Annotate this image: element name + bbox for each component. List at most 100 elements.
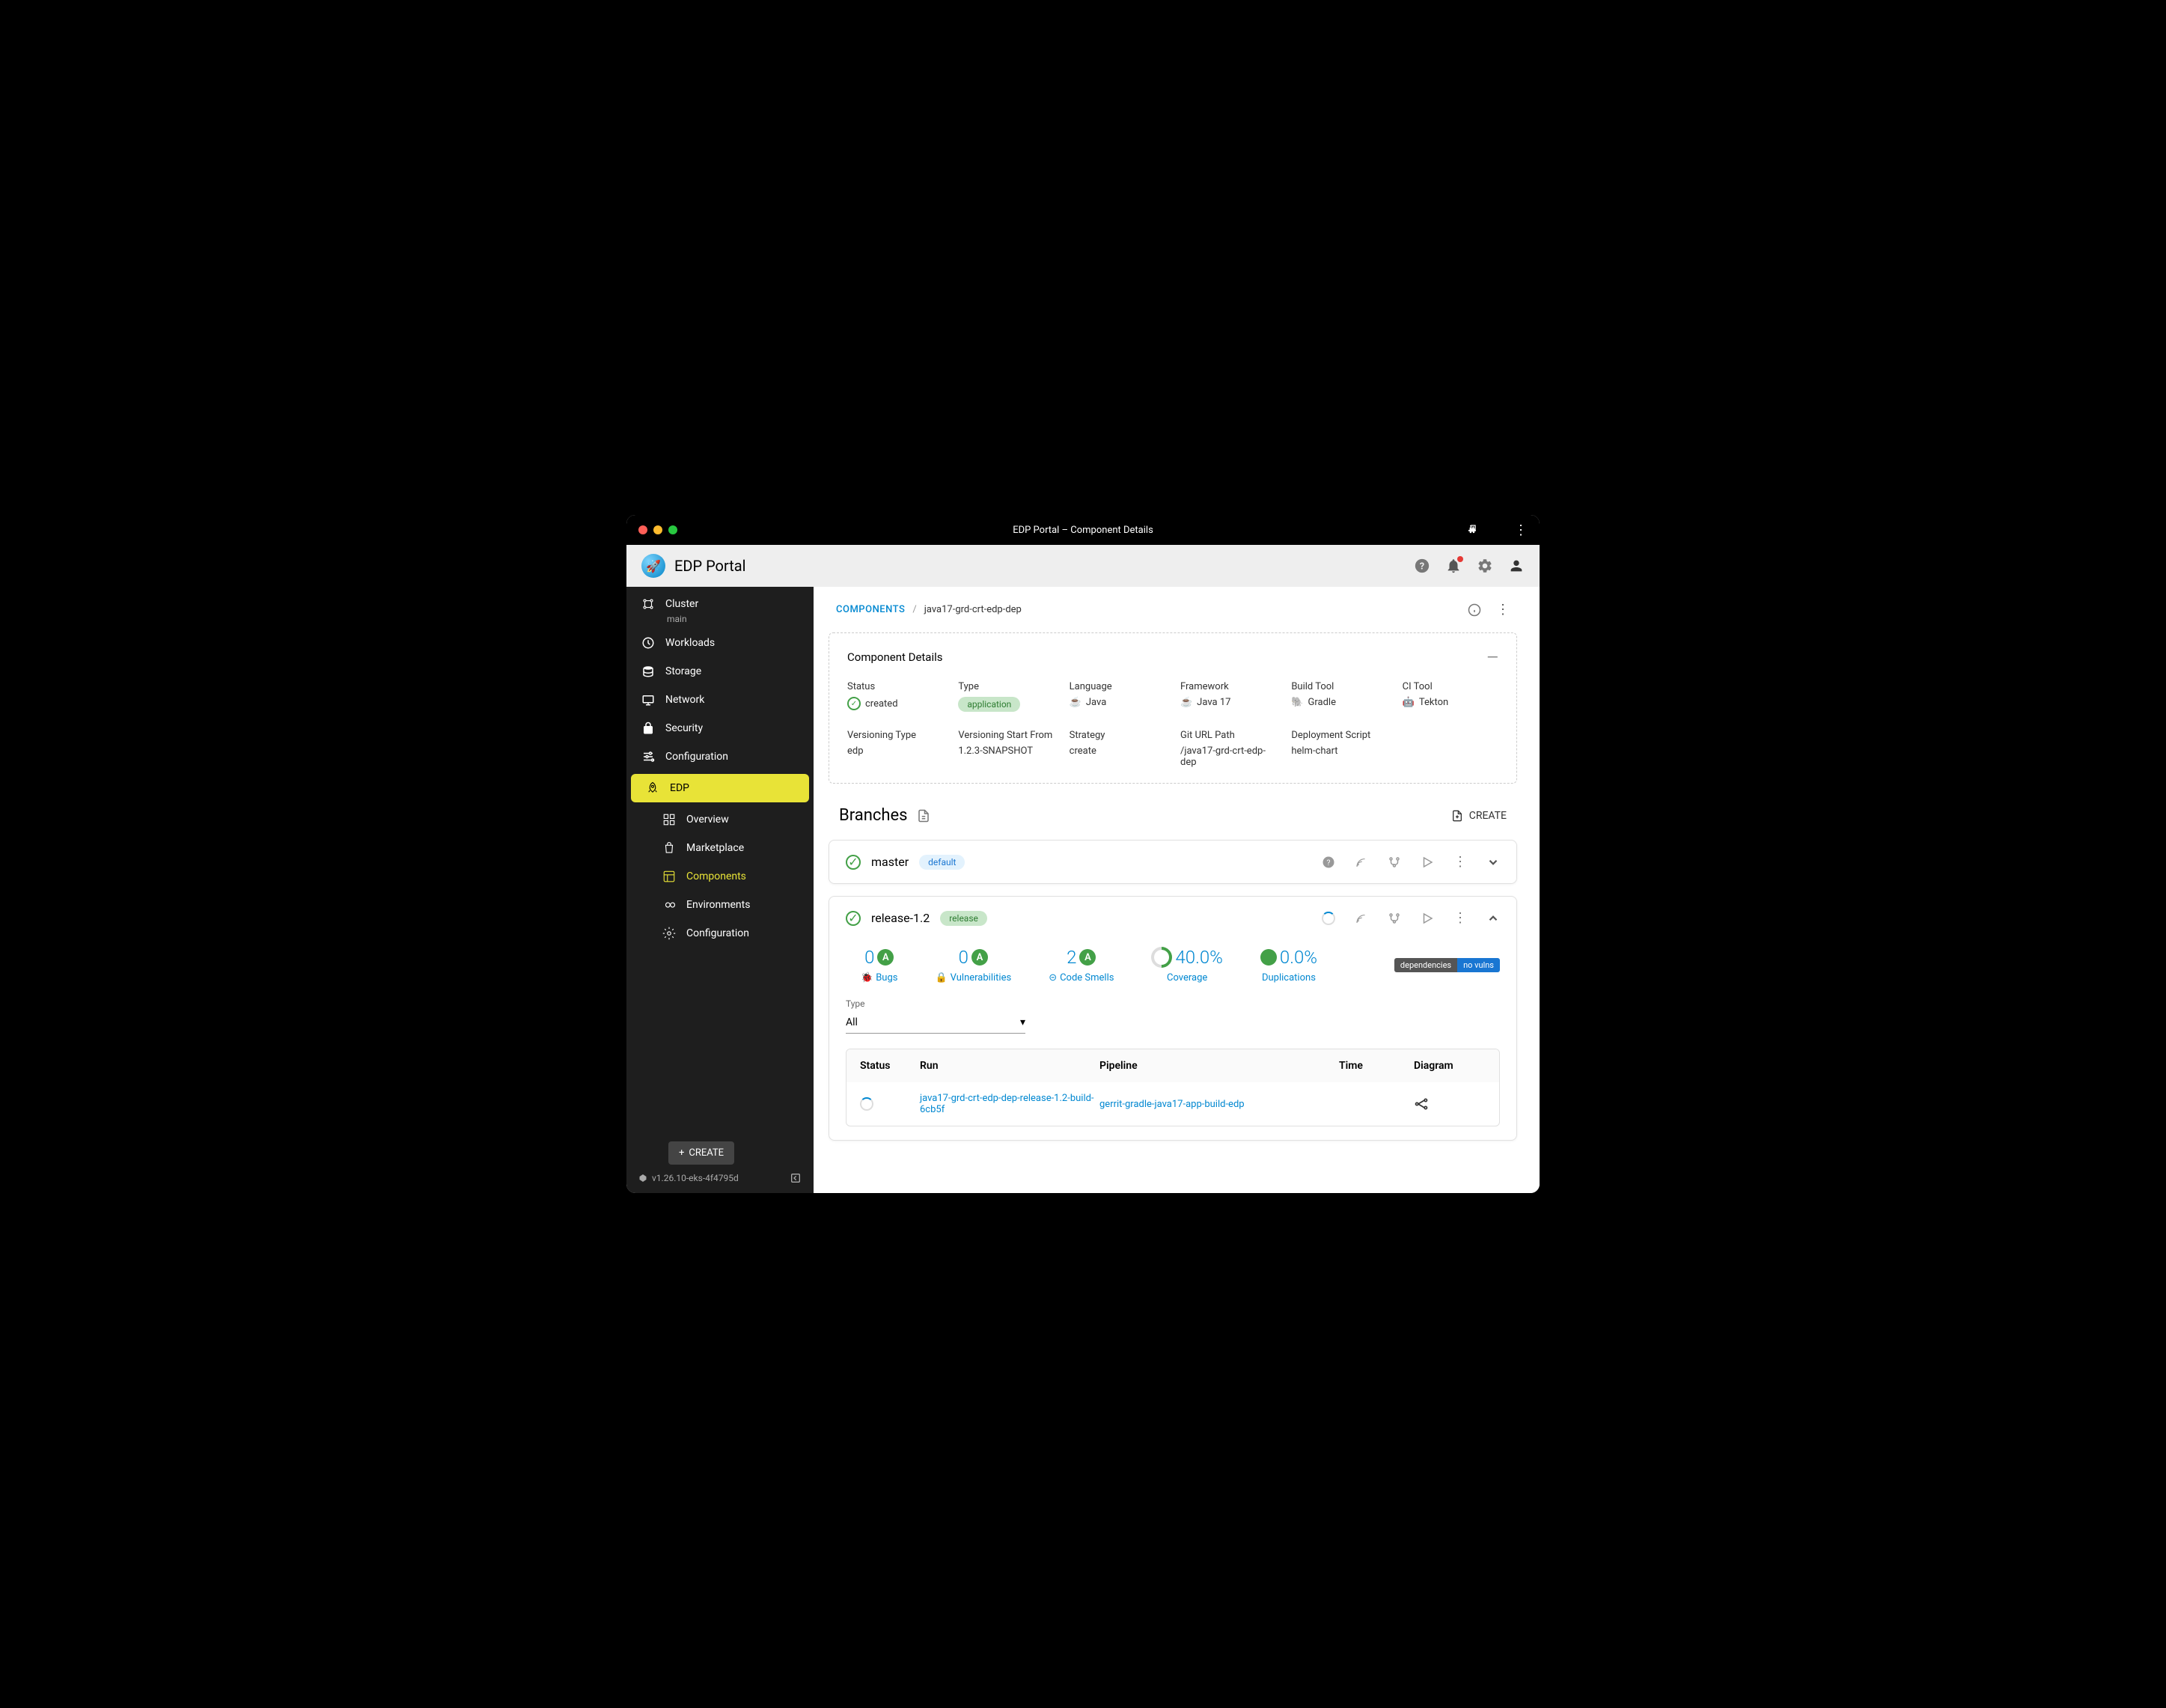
loading-spinner [860,1097,873,1111]
chevron-up-icon[interactable] [1486,912,1500,925]
sidebar-label: Security [665,722,703,734]
card-title: Component Details [847,650,943,664]
lock-icon [641,722,655,735]
plus-icon: + [679,1147,684,1159]
detail-framework: Framework ☕Java 17 [1180,681,1276,712]
sidebar-item-storage[interactable]: Storage [626,657,814,686]
info-icon[interactable] [1468,603,1481,617]
main-content: COMPONENTS / java17-grd-crt-edp-dep ⋮ Co… [814,587,1540,1193]
breadcrumb-separator: / [912,604,916,615]
sidebar-item-workloads[interactable]: Workloads [626,629,814,657]
branch-name: master [871,855,909,869]
more-icon[interactable]: ⋮ [1453,910,1467,926]
col-time: Time [1339,1060,1414,1072]
extension-icon[interactable] [1466,524,1478,536]
metric-coverage[interactable]: 40.0% Coverage [1151,947,1222,983]
topbar: 🚀 EDP Portal ? [626,545,1540,587]
help-icon[interactable]: ? [1322,855,1335,869]
dependency-badges[interactable]: dependencies no vulns [1394,958,1500,972]
diagram-icon [1414,1097,1429,1111]
close-window[interactable] [638,525,647,534]
detail-git-url: Git URL Path /java17-grd-crt-edp-dep [1180,730,1276,768]
sidebar-item-network[interactable]: Network [626,686,814,714]
notifications-icon[interactable] [1445,558,1462,574]
git-icon[interactable] [1388,912,1401,925]
play-icon[interactable] [1421,855,1434,869]
loading-spinner [1322,912,1335,925]
java-icon: ☕ [1070,697,1082,708]
detail-ci-tool: CI Tool 🤖Tekton [1403,681,1498,712]
sonar-icon[interactable] [1355,855,1368,869]
chevron-down-icon: ▾ [1020,1016,1025,1028]
chevron-down-icon[interactable] [1486,855,1500,869]
titlebar: EDP Portal – Component Details ⋮ [626,515,1540,545]
run-link[interactable]: java17-grd-crt-edp-dep-release-1.2-build… [920,1093,1099,1115]
metric-code-smells[interactable]: 2A ⊝Code Smells [1049,947,1114,983]
play-icon[interactable] [1421,912,1434,925]
sidebar-label: Storage [665,665,701,677]
k8s-icon [638,1174,647,1183]
minimize-window[interactable] [653,525,662,534]
runs-table: Status Run Pipeline Time Diagram java17-… [846,1049,1500,1126]
dup-dot [1260,949,1277,966]
sidebar-label: Components [686,870,746,882]
detail-language: Language ☕Java [1070,681,1165,712]
create-branch-button[interactable]: CREATE [1451,810,1507,822]
collapse-icon[interactable]: — [1486,648,1498,666]
user-icon[interactable] [1508,558,1525,574]
sidebar: Cluster main Workloads Storage Network [626,587,814,1193]
notification-dot [1457,556,1463,562]
sidebar-sub-configuration[interactable]: Configuration [626,919,814,948]
quality-metrics: 0A 🐞Bugs 0A 🔒Vulnerabilities 2A ⊝Code Sm… [861,947,1500,983]
branch-name: release-1.2 [871,911,930,925]
branches-header: Branches CREATE [829,806,1517,825]
svg-text:?: ? [1420,561,1424,573]
metric-duplications[interactable]: 0.0% Duplications [1260,947,1317,983]
puzzle-icon[interactable] [1490,524,1502,536]
doc-icon[interactable] [917,809,930,823]
network-icon [641,693,655,707]
more-icon[interactable]: ⋮ [1496,602,1510,617]
create-button[interactable]: + CREATE [668,1141,734,1165]
type-select[interactable]: All ▾ [846,1012,1025,1034]
type-filter: Type All ▾ [846,998,1500,1034]
help-icon[interactable]: ? [1414,558,1430,574]
metric-vulnerabilities[interactable]: 0A 🔒Vulnerabilities [935,947,1011,983]
pipeline-link[interactable]: gerrit-gradle-java17-app-build-edp [1099,1099,1339,1110]
components-icon [662,870,676,883]
traffic-lights [638,525,677,534]
sidebar-label: Cluster [665,598,698,610]
settings-icon[interactable] [1477,558,1493,574]
sidebar-item-security[interactable]: Security [626,714,814,742]
more-icon[interactable]: ⋮ [1453,854,1467,870]
sidebar-sub-components[interactable]: Components [626,862,814,891]
version-text: v1.26.10-eks-4f4795d [652,1173,739,1183]
sidebar-sub-overview[interactable]: Overview [626,805,814,834]
table-row: java17-grd-crt-edp-dep-release-1.2-build… [846,1082,1499,1126]
breadcrumb-current: java17-grd-crt-edp-dep [924,604,1022,615]
breadcrumb: COMPONENTS / java17-grd-crt-edp-dep ⋮ [829,602,1517,617]
diagram-button[interactable] [1414,1097,1474,1111]
workloads-icon [641,636,655,650]
lock-icon: 🔒 [935,972,947,983]
sidebar-sub-marketplace[interactable]: Marketplace [626,834,814,862]
branch-tag: default [919,855,965,870]
sidebar-label: Environments [686,899,750,911]
sidebar-item-edp[interactable]: EDP [631,774,809,802]
status-icon: ✓ [846,911,861,926]
col-run: Run [920,1060,1099,1072]
sidebar-item-configuration[interactable]: Configuration [626,742,814,771]
metric-bugs[interactable]: 0A 🐞Bugs [861,947,897,983]
maximize-window[interactable] [668,525,677,534]
sidebar-sub-environments[interactable]: Environments [626,891,814,919]
detail-type: Type application [958,681,1054,712]
collapse-sidebar-icon[interactable] [790,1172,802,1184]
svg-text:?: ? [1327,857,1331,867]
app-logo[interactable]: 🚀 [641,554,665,578]
component-details-card: Component Details — Status ✓created Type… [829,632,1517,784]
sonar-icon[interactable] [1355,912,1368,925]
git-icon[interactable] [1388,855,1401,869]
detail-deployment-script: Deployment Script helm-chart [1291,730,1387,768]
more-icon[interactable]: ⋮ [1514,522,1528,538]
breadcrumb-root[interactable]: COMPONENTS [836,604,905,615]
